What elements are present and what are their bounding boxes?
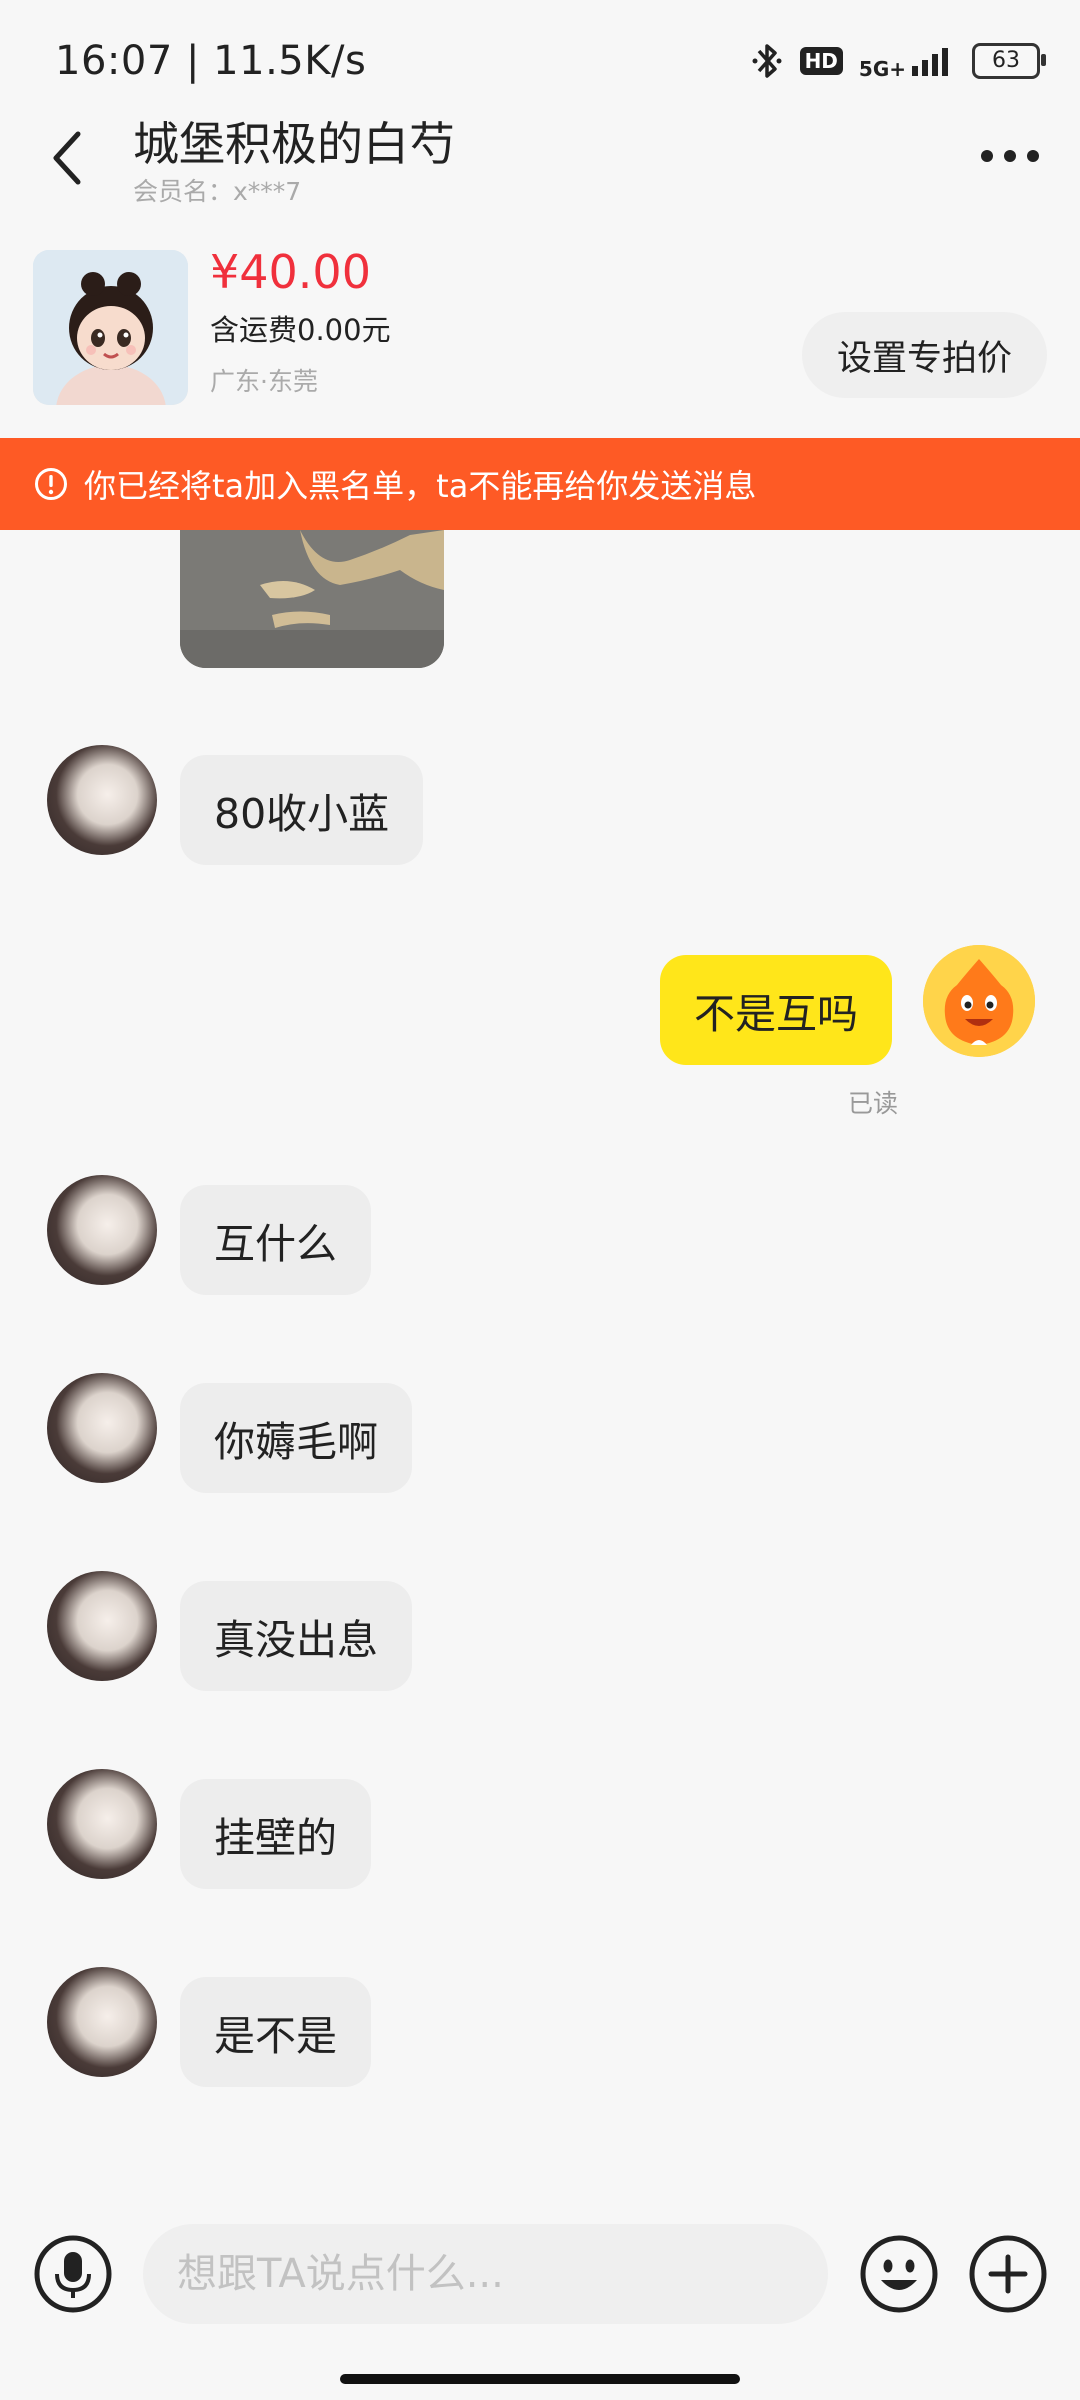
mascot-avatar-icon [923,945,1035,1057]
dog-photo [180,530,444,668]
status-bar: 16:07 | 11.5K/s HD 5G+ 63 [0,0,1080,120]
other-user-avatar[interactable] [47,1967,157,2077]
set-special-price-button[interactable]: 设置专拍价 [802,312,1047,398]
my-avatar[interactable] [923,945,1035,1057]
product-price: ¥40.00 [210,245,371,299]
network-type: 5G+ [858,57,906,81]
message-bubble-other[interactable]: 是不是 [180,1977,371,2087]
microphone-icon[interactable] [33,2234,113,2314]
warning-icon [35,468,67,500]
other-user-avatar[interactable] [47,1571,157,1681]
other-user-avatar[interactable] [47,745,157,855]
signal-icon: 5G+ [858,44,956,81]
message-input[interactable] [143,2224,828,2324]
emoji-icon[interactable] [859,2234,939,2314]
back-arrow-icon[interactable] [40,120,90,190]
plus-icon[interactable] [968,2234,1048,2314]
message-bubble-other[interactable]: 真没出息 [180,1581,412,1691]
message-bubble-other[interactable]: 互什么 [180,1185,371,1295]
signal-bars-icon [912,48,948,76]
message-bubble-other[interactable]: 80收小蓝 [180,755,424,865]
status-time: 16:07 | 11.5K/s [55,38,367,84]
message-bubble-other[interactable]: 挂壁的 [180,1779,371,1889]
message-bubble-mine[interactable]: 不是互吗 [660,955,892,1065]
read-status: 已读 [848,1089,899,1118]
blacklist-banner-text: 你已经将ta加入黑名单，ta不能再给你发送消息 [84,467,757,505]
other-user-avatar[interactable] [47,1175,157,1285]
status-icons: HD 5G+ 63 [750,38,1046,84]
other-user-avatar[interactable] [47,1373,157,1483]
hd-badge: HD [799,47,843,75]
more-options-icon[interactable] [975,130,1045,180]
message-bubble-other[interactable]: 你薅毛啊 [180,1383,412,1493]
member-name: 会员名：x***7 [133,177,302,206]
blacklist-banner: 你已经将ta加入黑名单，ta不能再给你发送消息 [0,438,1080,530]
battery-icon: 63 [972,43,1046,79]
chat-image-message[interactable] [180,530,444,668]
shipping-fee: 含运费0.00元 [210,313,391,347]
product-image-doll [33,250,188,405]
page-title: 城堡积极的白芍 [133,117,455,171]
bluetooth-icon [752,44,782,78]
product-location: 广东·东莞 [210,367,318,396]
product-thumbnail[interactable] [33,250,188,405]
home-indicator[interactable] [340,2374,740,2384]
other-user-avatar[interactable] [47,1769,157,1879]
